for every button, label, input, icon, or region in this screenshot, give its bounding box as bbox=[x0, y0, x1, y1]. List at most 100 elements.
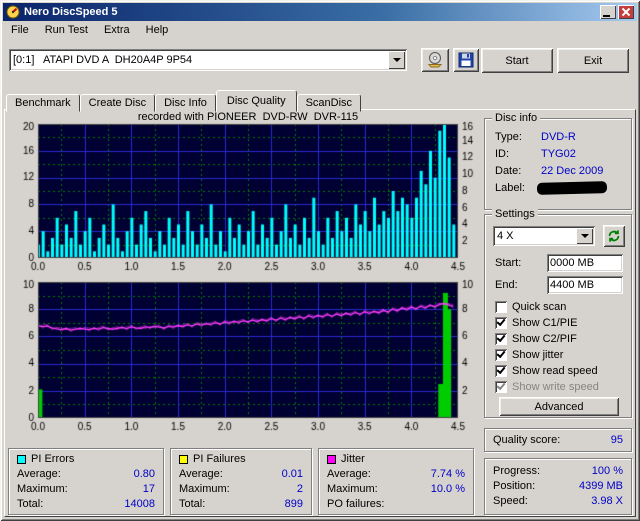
disc-label-label: Label: bbox=[495, 182, 525, 194]
po-failures-label: PO failures: bbox=[327, 498, 384, 510]
pi-errors-max-label: Maximum: bbox=[17, 483, 68, 495]
drive-select-arrow[interactable] bbox=[388, 51, 405, 69]
tab-scandisc[interactable]: ScanDisc bbox=[297, 94, 361, 112]
scan-start-input[interactable] bbox=[547, 254, 623, 272]
progress-value: 100 % bbox=[592, 465, 623, 477]
progress-label: Progress: bbox=[493, 465, 540, 477]
pi-errors-swatch bbox=[17, 455, 26, 464]
show-c2-pif-label: Show C2/PIF bbox=[512, 333, 577, 345]
disc-id-value: TYG02 bbox=[541, 148, 576, 160]
show-jitter-label: Show jitter bbox=[512, 349, 563, 361]
checkbox-quick-scan[interactable]: Quick scan bbox=[495, 300, 566, 314]
jitter-name: Jitter bbox=[341, 453, 365, 465]
refresh-button[interactable] bbox=[603, 225, 625, 247]
show-jitter-checkbox[interactable] bbox=[495, 349, 507, 361]
jitter-max-value: 10.0 % bbox=[431, 483, 465, 495]
show-c2-pif-checkbox[interactable] bbox=[495, 333, 507, 345]
save-icon bbox=[458, 52, 474, 68]
drive-select[interactable]: [0:1] ATAPI DVD A DH20A4P 9P54 bbox=[9, 49, 407, 71]
checkbox-show-c1-pie[interactable]: Show C1/PIE bbox=[495, 316, 577, 330]
disc-hand-icon bbox=[426, 52, 444, 68]
show-c1-pie-label: Show C1/PIE bbox=[512, 317, 577, 329]
settings-group: Settings 4 X Start: End: Quick scan Show… bbox=[484, 214, 632, 418]
quality-score-panel: Quality score: 95 bbox=[484, 428, 632, 452]
scan-start-label: Start: bbox=[495, 257, 521, 269]
show-read-speed-label: Show read speed bbox=[512, 365, 598, 377]
jitter-chart-canvas bbox=[12, 278, 476, 438]
pi-failures-max-value: 2 bbox=[297, 483, 303, 495]
app-icon bbox=[6, 5, 20, 19]
chevron-down-icon bbox=[393, 58, 401, 66]
position-value: 4399 MB bbox=[579, 480, 623, 492]
minimize-icon bbox=[603, 15, 610, 17]
position-label: Position: bbox=[493, 480, 535, 492]
tab-disc-info[interactable]: Disc Info bbox=[155, 94, 216, 112]
tab-create-disc[interactable]: Create Disc bbox=[80, 94, 155, 112]
disc-type-label: Type: bbox=[495, 131, 522, 143]
disc-date-value: 22 Dec 2009 bbox=[541, 165, 603, 177]
menu-item-file[interactable]: File bbox=[3, 22, 37, 38]
chevron-down-icon bbox=[581, 234, 589, 242]
jitter-swatch bbox=[327, 455, 336, 464]
quick-scan-checkbox[interactable] bbox=[495, 301, 507, 313]
pi-failures-stats: PI Failures Average:0.01 Maximum:2 Total… bbox=[170, 448, 312, 515]
pi-errors-total-label: Total: bbox=[17, 498, 43, 510]
show-write-speed-checkbox bbox=[495, 381, 507, 393]
disc-date-label: Date: bbox=[495, 165, 521, 177]
pi-failures-total-value: 899 bbox=[285, 498, 303, 510]
progress-panel: Progress: 100 % Position: 4399 MB Speed:… bbox=[484, 458, 632, 515]
close-button[interactable] bbox=[618, 5, 634, 19]
show-read-speed-checkbox[interactable] bbox=[495, 365, 507, 377]
checkbox-show-c2-pif[interactable]: Show C2/PIF bbox=[495, 332, 577, 346]
exit-button[interactable]: Exit bbox=[557, 48, 629, 73]
show-c1-pie-checkbox[interactable] bbox=[495, 317, 507, 329]
jitter-stats: Jitter Average:7.74 % Maximum:10.0 % PO … bbox=[318, 448, 474, 515]
show-write-speed-label: Show write speed bbox=[512, 381, 599, 393]
checkbox-show-read-speed[interactable]: Show read speed bbox=[495, 364, 598, 378]
title-bar: Nero DiscSpeed 5 bbox=[3, 3, 637, 21]
menu-item-help[interactable]: Help bbox=[138, 22, 177, 38]
eject-disc-button[interactable] bbox=[421, 48, 449, 72]
jitter-avg-value: 7.74 % bbox=[431, 468, 465, 480]
pi-errors-name: PI Errors bbox=[31, 453, 74, 465]
refresh-icon bbox=[607, 229, 621, 243]
speed-label: Speed: bbox=[493, 495, 528, 507]
pi-failures-name: PI Failures bbox=[193, 453, 246, 465]
pi-errors-total-value: 14008 bbox=[124, 498, 155, 510]
save-button[interactable] bbox=[453, 48, 479, 72]
window-title: Nero DiscSpeed 5 bbox=[24, 6, 118, 18]
app-window: Nero DiscSpeed 5 File Run Test Extra Hel… bbox=[0, 0, 640, 521]
pi-errors-avg-value: 0.80 bbox=[134, 468, 155, 480]
quick-scan-label: Quick scan bbox=[512, 301, 566, 313]
checkbox-show-jitter[interactable]: Show jitter bbox=[495, 348, 563, 362]
disc-info-group: Disc info Type: DVD-R ID: TYG02 Date: 22… bbox=[484, 118, 632, 210]
advanced-button[interactable]: Advanced bbox=[499, 397, 619, 416]
scan-end-label: End: bbox=[495, 279, 518, 291]
speed-select-value: 4 X bbox=[493, 230, 576, 242]
disc-label-redaction bbox=[537, 181, 607, 195]
menu-item-run-test[interactable]: Run Test bbox=[37, 22, 96, 38]
speed-select-arrow[interactable] bbox=[576, 228, 593, 244]
pi-failures-avg-value: 0.01 bbox=[282, 468, 303, 480]
menu-bar: File Run Test Extra Help bbox=[3, 21, 637, 39]
disc-type-value: DVD-R bbox=[541, 131, 576, 143]
drive-select-value: [0:1] ATAPI DVD A DH20A4P 9P54 bbox=[9, 54, 388, 66]
tab-disc-quality[interactable]: Disc Quality bbox=[216, 90, 297, 112]
jitter-max-label: Maximum: bbox=[327, 483, 378, 495]
tab-benchmark[interactable]: Benchmark bbox=[6, 94, 80, 112]
pi-errors-avg-label: Average: bbox=[17, 468, 61, 480]
minimize-button[interactable] bbox=[600, 5, 616, 19]
settings-title: Settings bbox=[492, 208, 538, 220]
pi-errors-stats: PI Errors Average: 0.80 Maximum: 17 Total:… bbox=[8, 448, 164, 515]
menu-item-extra[interactable]: Extra bbox=[96, 22, 138, 38]
speed-select[interactable]: 4 X bbox=[493, 226, 595, 246]
pi-failures-max-label: Maximum: bbox=[179, 483, 230, 495]
pi-failures-swatch bbox=[179, 455, 188, 464]
start-button[interactable]: Start bbox=[481, 48, 553, 73]
pi-errors-max-value: 17 bbox=[143, 483, 155, 495]
pi-failures-avg-label: Average: bbox=[179, 468, 223, 480]
disc-id-label: ID: bbox=[495, 148, 509, 160]
quality-score-label: Quality score: bbox=[493, 434, 560, 446]
scan-end-input[interactable] bbox=[547, 276, 623, 294]
tab-strip: Benchmark Create Disc Disc Info Disc Qua… bbox=[6, 89, 361, 110]
